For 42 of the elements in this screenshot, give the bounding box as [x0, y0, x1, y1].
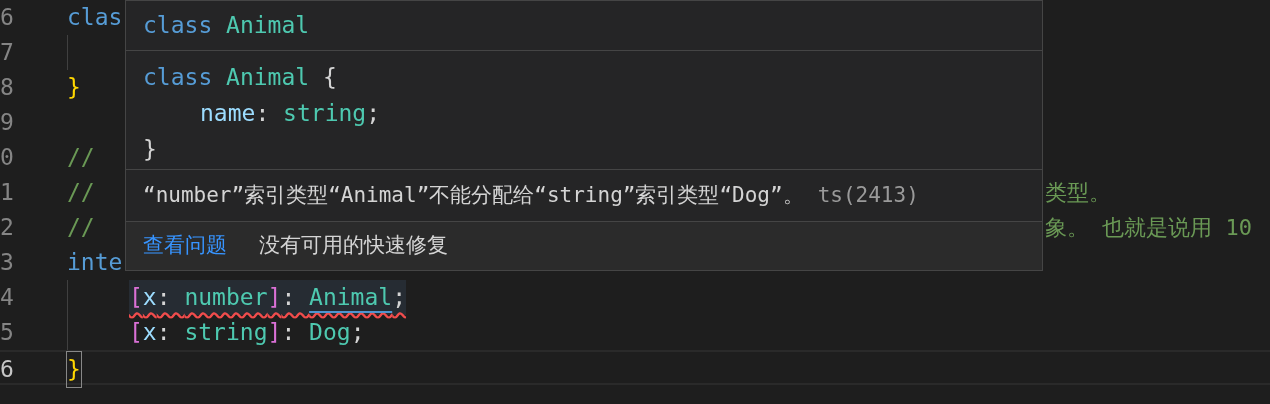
code-text: ;: [350, 318, 365, 348]
bracket: [: [129, 318, 143, 348]
type-name: Animal: [226, 62, 310, 92]
view-problem-link[interactable]: 查看问题: [143, 230, 227, 262]
property-name: x: [142, 318, 157, 348]
line-number: 2: [0, 213, 15, 243]
line-number: 7: [0, 38, 15, 68]
line-number: 9: [0, 108, 15, 138]
type-name: Dog: [309, 318, 351, 348]
type-name: string: [283, 98, 367, 128]
code-comment: //: [67, 178, 95, 208]
keyword-text: clas: [67, 3, 123, 33]
line-number: 6: [0, 355, 15, 385]
brace: }: [67, 73, 81, 103]
code-comment: 类型。: [1045, 179, 1112, 207]
line-number: 1: [0, 178, 15, 208]
brace: {: [322, 62, 337, 92]
keyword-text: class: [143, 62, 213, 92]
code-text: ;: [366, 98, 381, 128]
line-number: 4: [0, 283, 15, 313]
brace: }: [67, 352, 81, 387]
type-name: Animal: [226, 11, 310, 41]
line-number: 3: [0, 248, 15, 278]
code-text: :: [156, 318, 172, 348]
code-text: }: [143, 134, 157, 164]
code-comment: //: [67, 143, 95, 173]
line-number: 0: [0, 143, 15, 173]
keyword-text: inte: [67, 248, 123, 278]
code-comment: //: [67, 213, 95, 243]
status-text: 没有可用的快速修复: [259, 232, 448, 260]
line-number: 8: [0, 73, 15, 103]
property-name: name: [200, 98, 256, 128]
keyword-text: class: [143, 11, 213, 41]
type-name: string: [184, 318, 268, 348]
code-text: :: [281, 318, 297, 348]
error-message: “number”索引类型“Animal”不能分配给“string”索引类型“Dog”。: [143, 181, 804, 209]
code-comment: 象。 也就是说用 10: [1045, 214, 1253, 242]
line-number: 5: [0, 318, 15, 348]
line-number: 6: [0, 3, 15, 33]
code-text: :: [255, 98, 271, 128]
error-code: ts(2413): [817, 181, 919, 209]
bracket: ]: [267, 318, 282, 348]
